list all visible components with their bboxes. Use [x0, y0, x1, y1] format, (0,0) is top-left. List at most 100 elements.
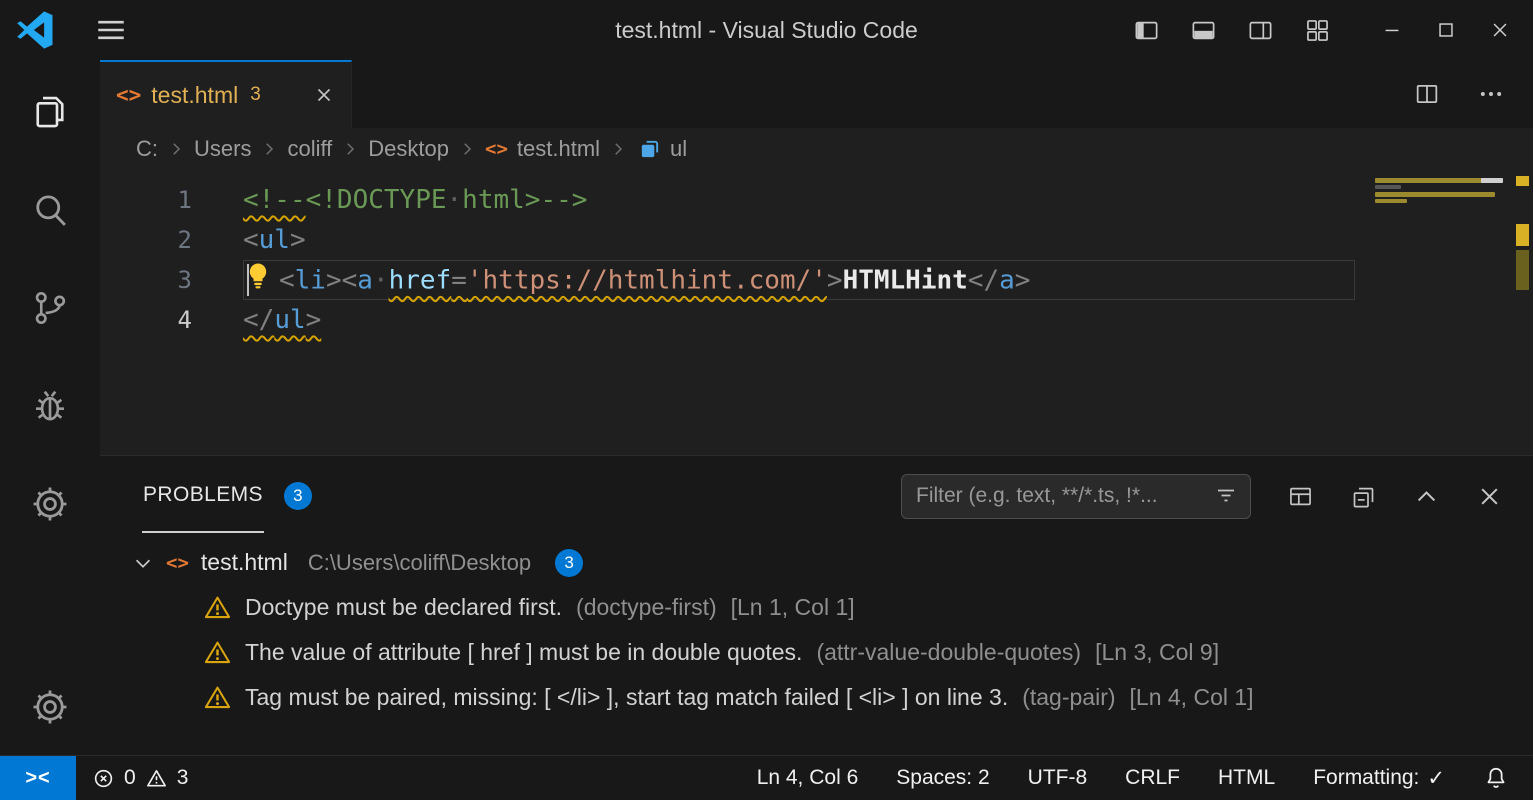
symbol-element-icon — [638, 138, 661, 161]
minimap[interactable] — [1369, 170, 1509, 455]
ruler-warning-mark — [1516, 250, 1529, 290]
collapse-all-icon[interactable] — [1350, 483, 1377, 510]
panel-header: PROBLEMS 3 — [100, 456, 1533, 536]
maximize-panel-icon[interactable] — [1413, 483, 1440, 510]
more-actions-icon[interactable] — [1477, 80, 1505, 108]
code-line[interactable]: 3<li><a·href='https://htmlhint.com/'>HTM… — [100, 260, 1369, 300]
toggle-sidebar-icon[interactable] — [1133, 17, 1160, 44]
view-as-table-icon[interactable] — [1287, 483, 1314, 510]
debug-icon[interactable] — [28, 384, 72, 428]
menu-icon[interactable] — [94, 13, 128, 47]
problem-row[interactable]: The value of attribute [ href ] must be … — [100, 630, 1533, 675]
warning-icon — [145, 767, 168, 790]
html-file-icon: <> — [166, 552, 189, 574]
code-line-content[interactable]: <!--<!DOCTYPE·html>--> — [243, 180, 1369, 220]
code-token: 'https://htmlhint.com/' — [467, 266, 827, 296]
code-line[interactable]: 1<!--<!DOCTYPE·html>--> — [100, 180, 1369, 220]
breadcrumb-symbol[interactable]: ul — [670, 136, 687, 162]
problem-row[interactable]: Tag must be paired, missing: [ </li> ], … — [100, 675, 1533, 720]
ruler-warning-mark — [1516, 176, 1529, 186]
title-bar: test.html - Visual Studio Code — [0, 0, 1533, 60]
code-token: < — [243, 225, 259, 255]
code-token: · — [447, 185, 463, 215]
tab-problems[interactable]: PROBLEMS — [142, 459, 264, 533]
breadcrumb-users[interactable]: Users — [194, 136, 251, 162]
problem-list: Doctype must be declared first.(doctype-… — [100, 585, 1533, 720]
problem-position: [Ln 1, Col 1] — [731, 594, 855, 621]
code-token: >< — [326, 266, 357, 296]
source-control-icon[interactable] — [28, 286, 72, 330]
maximize-button[interactable] — [1435, 19, 1457, 41]
manage-gear-icon[interactable] — [28, 685, 72, 729]
chevron-right-icon — [260, 140, 278, 158]
code-token: </ — [243, 305, 274, 335]
filter-icon[interactable] — [1214, 484, 1238, 508]
problem-message: The value of attribute [ href ] must be … — [245, 639, 802, 666]
status-encoding[interactable]: UTF-8 — [1028, 766, 1088, 790]
status-formatting[interactable]: Formatting: ✓ — [1313, 766, 1445, 791]
problem-rule: (doctype-first) — [576, 594, 717, 621]
breadcrumb-desktop[interactable]: Desktop — [368, 136, 449, 162]
code-token: </ — [968, 266, 999, 296]
problems-filter-input[interactable] — [916, 484, 1206, 508]
tab-label: test.html — [151, 82, 238, 109]
explorer-icon[interactable] — [28, 90, 72, 134]
minimize-button[interactable] — [1381, 19, 1403, 41]
close-window-button[interactable] — [1489, 19, 1511, 41]
check-icon: ✓ — [1427, 766, 1445, 791]
formatting-label: Formatting: — [1313, 766, 1419, 790]
status-eol[interactable]: CRLF — [1125, 766, 1180, 790]
tab-bar: <> test.html 3 — [100, 60, 1533, 128]
code-token: href — [389, 266, 452, 296]
file-problems-badge: 3 — [555, 549, 583, 577]
status-cursor-position[interactable]: Ln 4, Col 6 — [757, 766, 859, 790]
close-tab-icon[interactable] — [313, 84, 335, 106]
line-number: 4 — [100, 300, 192, 340]
breadcrumb-coliff[interactable]: coliff — [287, 136, 332, 162]
code-token: > — [1015, 266, 1031, 296]
minimap-line — [1481, 178, 1503, 183]
notifications-bell-icon[interactable] — [1483, 765, 1509, 791]
toggle-panel-icon[interactable] — [1190, 17, 1217, 44]
remote-indicator[interactable]: >< — [0, 756, 76, 800]
problems-file-row[interactable]: <> test.html C:\Users\coliff\Desktop 3 — [100, 540, 1533, 585]
settings-gear-icon[interactable] — [28, 482, 72, 526]
code-token: a — [357, 266, 373, 296]
error-count: 0 — [124, 766, 136, 790]
problem-message: Tag must be paired, missing: [ </li> ], … — [245, 684, 1008, 711]
warning-count: 3 — [177, 766, 189, 790]
search-icon[interactable] — [28, 188, 72, 232]
code-line-content[interactable]: </ul> — [243, 300, 1369, 340]
line-number: 3 — [100, 260, 192, 300]
warning-icon — [204, 594, 231, 621]
toggle-secondary-sidebar-icon[interactable] — [1247, 17, 1274, 44]
chevron-right-icon — [609, 140, 627, 158]
status-indentation[interactable]: Spaces: 2 — [896, 766, 989, 790]
remote-icon: >< — [25, 767, 50, 790]
breadcrumb: C: Users coliff Desktop <> test.html ul — [100, 128, 1533, 170]
problem-row[interactable]: Doctype must be declared first.(doctype-… — [100, 585, 1533, 630]
chevron-right-icon — [458, 140, 476, 158]
minimap-line — [1375, 185, 1401, 189]
code-token: html>--> — [462, 185, 587, 215]
code-line-content[interactable]: <ul> — [243, 220, 1369, 260]
code-line[interactable]: 2<ul> — [100, 220, 1369, 260]
chevron-down-icon[interactable] — [132, 552, 154, 574]
breadcrumb-file[interactable]: test.html — [517, 136, 600, 162]
split-editor-icon[interactable] — [1413, 80, 1441, 108]
close-panel-icon[interactable] — [1476, 483, 1503, 510]
overview-ruler — [1509, 170, 1533, 455]
breadcrumb-drive[interactable]: C: — [136, 136, 158, 162]
code-token: <!DOCTYPE — [306, 185, 447, 215]
customize-layout-icon[interactable] — [1304, 17, 1331, 44]
code-lines: 1<!--<!DOCTYPE·html>-->2<ul>3<li><a·href… — [100, 170, 1369, 455]
status-problems[interactable]: 0 3 — [92, 766, 188, 790]
editor: 1<!--<!DOCTYPE·html>-->2<ul>3<li><a·href… — [100, 170, 1533, 455]
code-token: = — [451, 266, 467, 296]
problems-count-badge: 3 — [284, 482, 312, 510]
tab-test-html[interactable]: <> test.html 3 — [100, 60, 352, 128]
chevron-right-icon — [167, 140, 185, 158]
code-line[interactable]: 4 </ul> — [100, 300, 1369, 340]
code-line-content[interactable]: <li><a·href='https://htmlhint.com/'>HTML… — [243, 260, 1355, 300]
status-language[interactable]: HTML — [1218, 766, 1275, 790]
